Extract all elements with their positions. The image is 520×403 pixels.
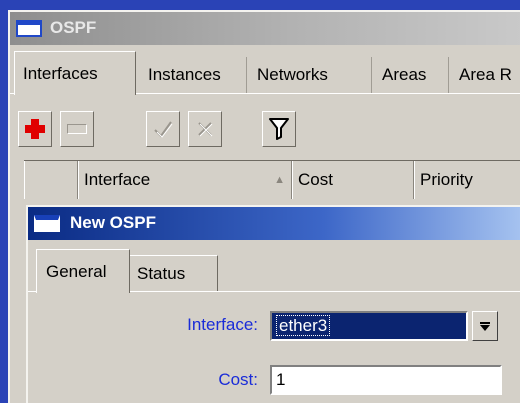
new-ospf-titlebar[interactable]: New OSPF [28,207,520,240]
tab-general[interactable]: General [36,249,130,293]
cost-label: Cost: [218,370,258,389]
interface-dropdown-button[interactable] [472,311,498,341]
interface-select-value: ether3 [276,315,331,336]
plus-icon [25,119,45,139]
ospf-tabs: Interfaces Instances Networks Areas Area… [10,51,520,95]
column-header-interface[interactable]: Interface ▲ [78,161,292,199]
minus-icon [67,124,87,134]
tab-instances[interactable]: Instances [138,57,260,93]
column-header-flags[interactable] [24,161,78,199]
enable-button[interactable] [146,111,180,147]
filter-button[interactable] [262,111,296,147]
tab-status[interactable]: Status [130,255,218,291]
tab-interfaces[interactable]: Interfaces [14,51,136,95]
sort-ascending-icon: ▲ [274,174,285,186]
tab-areas[interactable]: Areas [371,57,451,93]
tab-area-ranges[interactable]: Area R [448,57,520,93]
tab-networks[interactable]: Networks [246,57,366,93]
ospf-titlebar[interactable]: OSPF [10,12,520,45]
column-header-interface-label: Interface [84,170,151,189]
window-icon [16,20,42,37]
x-icon [198,122,213,137]
dropdown-arrow-icon [480,321,490,331]
filter-icon [269,118,289,140]
add-button[interactable] [18,111,52,147]
cost-input[interactable]: 1 [270,365,502,395]
window-icon [34,215,60,232]
column-header-cost[interactable]: Cost [292,161,414,199]
interface-label: Interface: [187,315,258,334]
ospf-window-title: OSPF [50,18,97,37]
new-ospf-dialog-title: New OSPF [70,213,156,232]
check-icon [154,121,173,138]
remove-button[interactable] [60,111,94,147]
interface-select[interactable]: ether3 [270,311,468,341]
new-ospf-dialog: New OSPF General Status Interface: ether… [26,205,520,403]
disable-button[interactable] [188,111,222,147]
column-header-priority[interactable]: Priority [414,161,520,199]
interfaces-table-header: Interface ▲ Cost Priority [24,160,520,199]
